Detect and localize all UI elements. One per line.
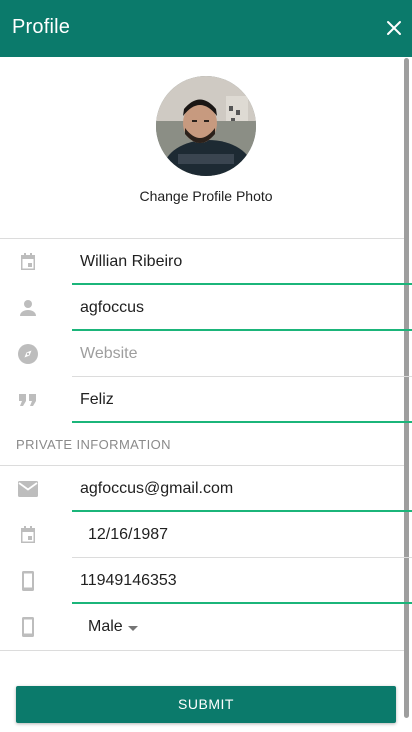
username-field[interactable]: agfoccus bbox=[72, 285, 412, 331]
divider bbox=[0, 650, 404, 651]
compass-icon bbox=[16, 342, 40, 366]
gender-select[interactable]: Male bbox=[72, 604, 412, 650]
name-field[interactable]: Willian Ribeiro bbox=[72, 239, 412, 285]
website-field[interactable]: Website bbox=[72, 331, 412, 377]
gender-row: Male bbox=[0, 604, 412, 650]
name-value: Willian Ribeiro bbox=[80, 253, 183, 270]
person-icon bbox=[16, 296, 40, 320]
avatar[interactable] bbox=[156, 76, 256, 176]
page-title: Profile bbox=[12, 16, 71, 38]
phone-field[interactable]: 11949146353 bbox=[72, 558, 412, 604]
email-value: agfoccus@gmail.com bbox=[80, 480, 234, 497]
calendar-icon bbox=[16, 523, 40, 547]
username-value: agfoccus bbox=[80, 299, 145, 316]
field-underline bbox=[72, 421, 412, 423]
name-row: Willian Ribeiro bbox=[0, 239, 412, 285]
website-row: Website bbox=[0, 331, 412, 377]
quote-icon bbox=[16, 388, 40, 412]
submit-button[interactable]: SUBMIT bbox=[16, 686, 396, 723]
phone-icon bbox=[16, 569, 40, 593]
email-row: agfoccus@gmail.com bbox=[0, 466, 412, 512]
website-placeholder: Website bbox=[80, 345, 138, 362]
birthday-row: 12/16/1987 bbox=[0, 512, 412, 558]
birthday-field[interactable]: 12/16/1987 bbox=[72, 512, 412, 558]
private-info-heading: PRIVATE INFORMATION bbox=[16, 437, 171, 452]
bio-row: Feliz bbox=[0, 377, 412, 423]
calendar-icon bbox=[16, 250, 40, 274]
close-icon[interactable] bbox=[382, 16, 406, 40]
phone-row: 11949146353 bbox=[0, 558, 412, 604]
phone-value: 11949146353 bbox=[80, 572, 177, 589]
change-photo-link[interactable]: Change Profile Photo bbox=[0, 188, 412, 204]
app-bar: Profile bbox=[0, 0, 412, 57]
email-icon bbox=[16, 477, 40, 501]
birthday-value: 12/16/1987 bbox=[88, 526, 169, 543]
chevron-down-icon bbox=[128, 626, 138, 631]
bio-field[interactable]: Feliz bbox=[72, 377, 412, 423]
gender-value: Male bbox=[88, 618, 123, 635]
bio-value: Feliz bbox=[80, 391, 114, 408]
email-field[interactable]: agfoccus@gmail.com bbox=[72, 466, 412, 512]
phone-icon bbox=[16, 615, 40, 639]
username-row: agfoccus bbox=[0, 285, 412, 331]
